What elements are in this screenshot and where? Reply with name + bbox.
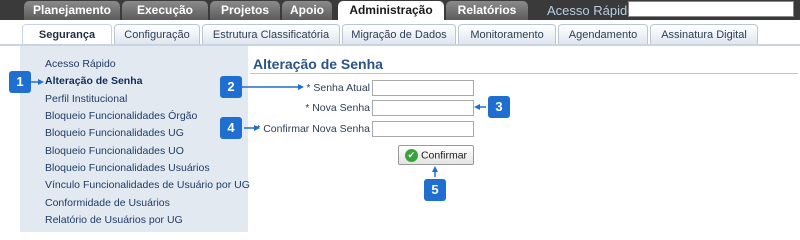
- callout-4: 4: [220, 117, 242, 139]
- callout-1: 1: [9, 71, 31, 93]
- callout-3: 3: [488, 96, 510, 118]
- callout-2: 2: [220, 76, 242, 98]
- callout-arrows: [31, 79, 486, 177]
- callout-5: 5: [424, 179, 446, 201]
